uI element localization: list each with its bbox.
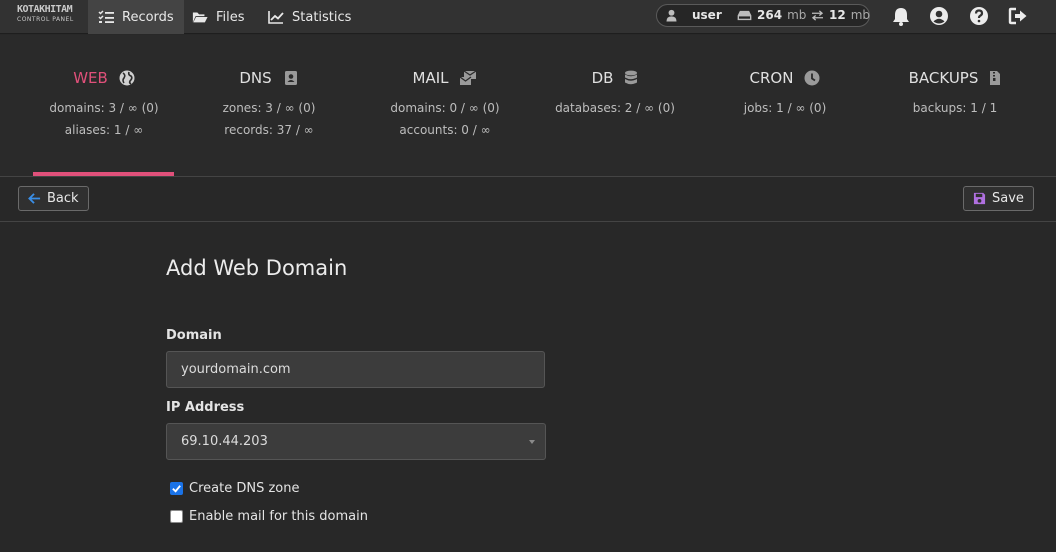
nav-records[interactable]: Records xyxy=(88,0,184,34)
save-icon xyxy=(973,192,986,205)
chart-line-icon xyxy=(268,11,284,24)
domain-input[interactable]: yourdomain.com xyxy=(166,351,545,388)
ip-address-label: IP Address xyxy=(166,400,245,415)
tab-backups-title: BACKUPS xyxy=(908,69,979,87)
tab-web-line: aliases: 1 / ∞ xyxy=(64,123,144,137)
username: user xyxy=(692,8,722,22)
disk-usage: 264 xyxy=(757,8,783,22)
action-bar: Back Save xyxy=(0,177,1056,222)
address-book-icon xyxy=(284,71,297,85)
clock-icon xyxy=(804,70,820,86)
save-button-label: Save xyxy=(992,191,1024,206)
checkbox-unchecked[interactable] xyxy=(170,510,183,523)
hdd-icon xyxy=(737,10,752,20)
checkbox-checked[interactable] xyxy=(170,482,183,495)
bandwidth-unit: mb xyxy=(850,8,871,22)
folder-open-icon xyxy=(192,12,208,23)
nav-statistics-label: Statistics xyxy=(292,9,352,25)
file-archive-icon xyxy=(990,71,1001,85)
domain-input-placeholder: yourdomain.com xyxy=(181,362,291,377)
top-bar: KOTAKHITAM CONTROL PANEL Records Files S… xyxy=(0,0,1056,34)
tab-web-line: domains: 3 / ∞ (0) xyxy=(49,101,159,115)
bell-icon[interactable] xyxy=(891,6,911,26)
tab-web[interactable]: WEB domains: 3 / ∞ (0) aliases: 1 / ∞ xyxy=(33,35,175,177)
tab-dns-line: records: 37 / ∞ xyxy=(224,123,314,137)
tab-mail-line: accounts: 0 / ∞ xyxy=(399,123,491,137)
tab-mail-title: MAIL xyxy=(412,69,449,87)
tab-cron-line: jobs: 1 / ∞ (0) xyxy=(743,101,827,115)
tab-db-title: DB xyxy=(591,69,614,87)
create-dns-zone-checkbox[interactable]: Create DNS zone xyxy=(170,481,299,496)
resource-tabs: WEB domains: 3 / ∞ (0) aliases: 1 / ∞ DN… xyxy=(0,35,1056,177)
page-title: Add Web Domain xyxy=(166,256,348,280)
tab-cron[interactable]: CRON jobs: 1 / ∞ (0) xyxy=(714,35,856,177)
save-button[interactable]: Save xyxy=(963,186,1034,211)
logo-subtitle: CONTROL PANEL xyxy=(17,16,74,23)
user-icon xyxy=(666,9,677,21)
tab-db[interactable]: DB databases: 2 / ∞ (0) xyxy=(544,35,686,177)
enable-mail-label: Enable mail for this domain xyxy=(189,509,368,524)
enable-mail-checkbox[interactable]: Enable mail for this domain xyxy=(170,509,368,524)
tab-mail[interactable]: MAIL domains: 0 / ∞ (0) accounts: 0 / ∞ xyxy=(374,35,516,177)
check-icon xyxy=(172,485,181,493)
logo[interactable]: KOTAKHITAM CONTROL PANEL xyxy=(17,5,74,23)
tab-dns[interactable]: DNS zones: 3 / ∞ (0) records: 37 / ∞ xyxy=(198,35,340,177)
disk-unit: mb xyxy=(787,8,807,22)
ip-address-select[interactable]: 69.10.44.203 xyxy=(166,423,546,460)
tab-mail-line: domains: 0 / ∞ (0) xyxy=(390,101,500,115)
tab-db-line: databases: 2 / ∞ (0) xyxy=(555,101,675,115)
ip-address-value: 69.10.44.203 xyxy=(181,434,268,449)
tab-backups-line: backups: 1 / 1 xyxy=(912,101,998,115)
bandwidth-usage: 12 xyxy=(829,8,846,22)
database-icon xyxy=(625,70,638,85)
user-summary[interactable]: user 264 mb 12 mb xyxy=(656,4,870,27)
arrow-left-icon xyxy=(28,193,41,204)
logo-title: KOTAKHITAM xyxy=(17,4,73,15)
back-button-label: Back xyxy=(47,191,79,206)
tab-dns-title: DNS xyxy=(239,69,272,87)
logout-icon[interactable] xyxy=(1008,6,1028,26)
exchange-icon xyxy=(811,9,824,21)
nav-records-label: Records xyxy=(122,9,174,25)
tab-dns-line: zones: 3 / ∞ (0) xyxy=(222,101,316,115)
nav-files-label: Files xyxy=(216,9,245,25)
help-icon[interactable] xyxy=(969,6,989,26)
list-check-icon xyxy=(98,10,114,23)
domain-label: Domain xyxy=(166,328,222,343)
tab-web-title: WEB xyxy=(73,69,108,87)
tab-cron-title: CRON xyxy=(749,69,794,87)
create-dns-zone-label: Create DNS zone xyxy=(189,481,300,496)
globe-icon xyxy=(119,70,135,86)
active-tab-indicator xyxy=(33,172,174,176)
chevron-down-icon xyxy=(529,440,535,444)
mail-bulk-icon xyxy=(460,70,477,85)
user-circle-icon[interactable] xyxy=(929,6,949,26)
nav-files[interactable]: Files xyxy=(182,0,255,34)
nav-statistics[interactable]: Statistics xyxy=(258,0,361,34)
back-button[interactable]: Back xyxy=(18,186,89,211)
tab-backups[interactable]: BACKUPS backups: 1 / 1 xyxy=(884,35,1026,177)
